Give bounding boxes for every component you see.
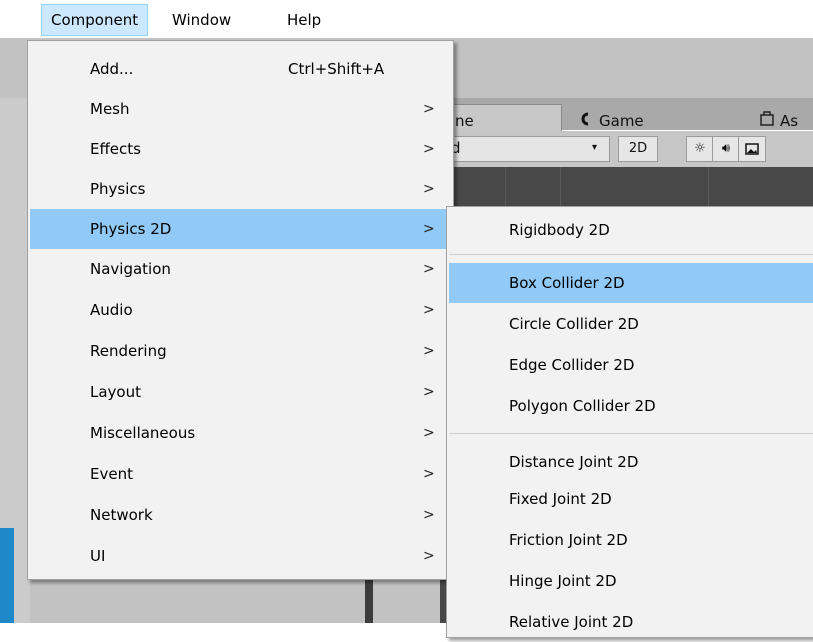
submenu-item-label: Rigidbody 2D [509,221,610,239]
chevron-right-icon: > [423,507,435,523]
menu-item-network[interactable]: Network > [30,495,451,535]
chevron-right-icon: > [423,181,435,197]
menu-item-add[interactable]: Add... Ctrl+Shift+A [30,49,451,89]
submenu-item-circle-collider-2d[interactable]: Circle Collider 2D [449,304,813,344]
submenu-item-label: Box Collider 2D [509,274,625,292]
menu-separator [449,254,813,255]
menu-item-label: Layout [90,383,141,401]
asset-store-icon [760,110,774,130]
tab-scene-label: ne [455,112,474,130]
lighting-toggle[interactable]: ☼ [686,136,714,162]
tab-game[interactable]: Game [599,111,644,131]
chevron-right-icon: > [423,466,435,482]
sun-icon: ☼ [694,141,706,156]
menu-item-label: Audio [90,301,133,319]
menu-item-audio[interactable]: Audio > [30,290,451,330]
submenu-item-box-collider-2d[interactable]: Box Collider 2D [449,263,813,303]
menu-item-label: Effects [90,140,141,158]
menu-item-label: Add... [90,60,134,78]
audio-toggle[interactable]: 🔊︎ [712,136,740,162]
submenu-item-label: Friction Joint 2D [509,531,628,549]
speaker-icon: 🔊︎ [721,141,731,156]
component-menu: Add... Ctrl+Shift+A Mesh > Effects > Phy… [27,40,454,580]
menu-item-event[interactable]: Event > [30,454,451,494]
menu-item-ui[interactable]: UI > [30,536,451,576]
menu-item-label: Miscellaneous [90,424,196,442]
submenu-item-fixed-joint-2d[interactable]: Fixed Joint 2D [449,479,813,519]
submenu-item-relative-joint-2d[interactable]: Relative Joint 2D [449,602,813,642]
menu-item-label: Event [90,465,133,483]
submenu-item-friction-joint-2d[interactable]: Friction Joint 2D [449,520,813,560]
submenu-item-rigidbody-2d[interactable]: Rigidbody 2D [449,210,813,250]
dropdown-arrow-icon: ▾ [592,142,598,153]
menubar: Component Window Help [0,0,813,38]
menu-item-label: UI [90,547,106,565]
menu-item-physics[interactable]: Physics > [30,169,451,209]
submenu-item-polygon-collider-2d[interactable]: Polygon Collider 2D [449,386,813,426]
submenu-item-label: Fixed Joint 2D [509,490,612,508]
menu-separator [449,433,813,434]
menu-item-physics-2d[interactable]: Physics 2D > [30,209,451,249]
chevron-right-icon: > [423,384,435,400]
submenu-item-label: Polygon Collider 2D [509,397,656,415]
menubar-component[interactable]: Component [41,4,149,36]
menu-item-label: Mesh [90,100,130,118]
menu-item-layout[interactable]: Layout > [30,372,451,412]
submenu-item-label: Distance Joint 2D [509,453,639,471]
submenu-item-label: Relative Joint 2D [509,613,634,631]
menu-item-label: Physics [90,180,146,198]
menubar-window[interactable]: Window [163,5,240,35]
chevron-right-icon: > [423,261,435,277]
chevron-right-icon: > [423,343,435,359]
menu-item-miscellaneous[interactable]: Miscellaneous > [30,413,451,453]
tab-asset-store[interactable]: As [780,111,798,131]
submenu-item-label: Hinge Joint 2D [509,572,617,590]
effects-toggle[interactable] [738,136,766,162]
chevron-right-icon: > [423,302,435,318]
submenu-item-label: Edge Collider 2D [509,356,635,374]
menu-item-label: Physics 2D [90,220,172,238]
menu-item-label: Rendering [90,342,167,360]
chevron-right-icon: > [423,425,435,441]
physics-2d-submenu: Rigidbody 2D Box Collider 2D Circle Coll… [446,206,813,638]
game-icon [578,110,592,130]
chevron-right-icon: > [423,221,435,237]
menu-item-shortcut: Ctrl+Shift+A [288,60,385,78]
menu-item-label: Network [90,506,153,524]
menu-item-rendering[interactable]: Rendering > [30,331,451,371]
image-icon [745,141,759,156]
chevron-right-icon: > [423,141,435,157]
chevron-right-icon: > [423,101,435,117]
submenu-item-edge-collider-2d[interactable]: Edge Collider 2D [449,345,813,385]
menu-item-label: Navigation [90,260,171,278]
toggle-2d-button[interactable]: 2D [618,136,658,162]
menu-item-effects[interactable]: Effects > [30,129,451,169]
taskbar-edge [0,528,14,623]
shading-mode-dropdown[interactable] [448,136,610,162]
menubar-help[interactable]: Help [278,5,330,35]
chevron-right-icon: > [423,548,435,564]
submenu-item-label: Circle Collider 2D [509,315,639,333]
menu-item-mesh[interactable]: Mesh > [30,89,451,129]
submenu-item-hinge-joint-2d[interactable]: Hinge Joint 2D [449,561,813,601]
submenu-item-distance-joint-2d[interactable]: Distance Joint 2D [449,442,813,482]
menu-item-navigation[interactable]: Navigation > [30,249,451,289]
